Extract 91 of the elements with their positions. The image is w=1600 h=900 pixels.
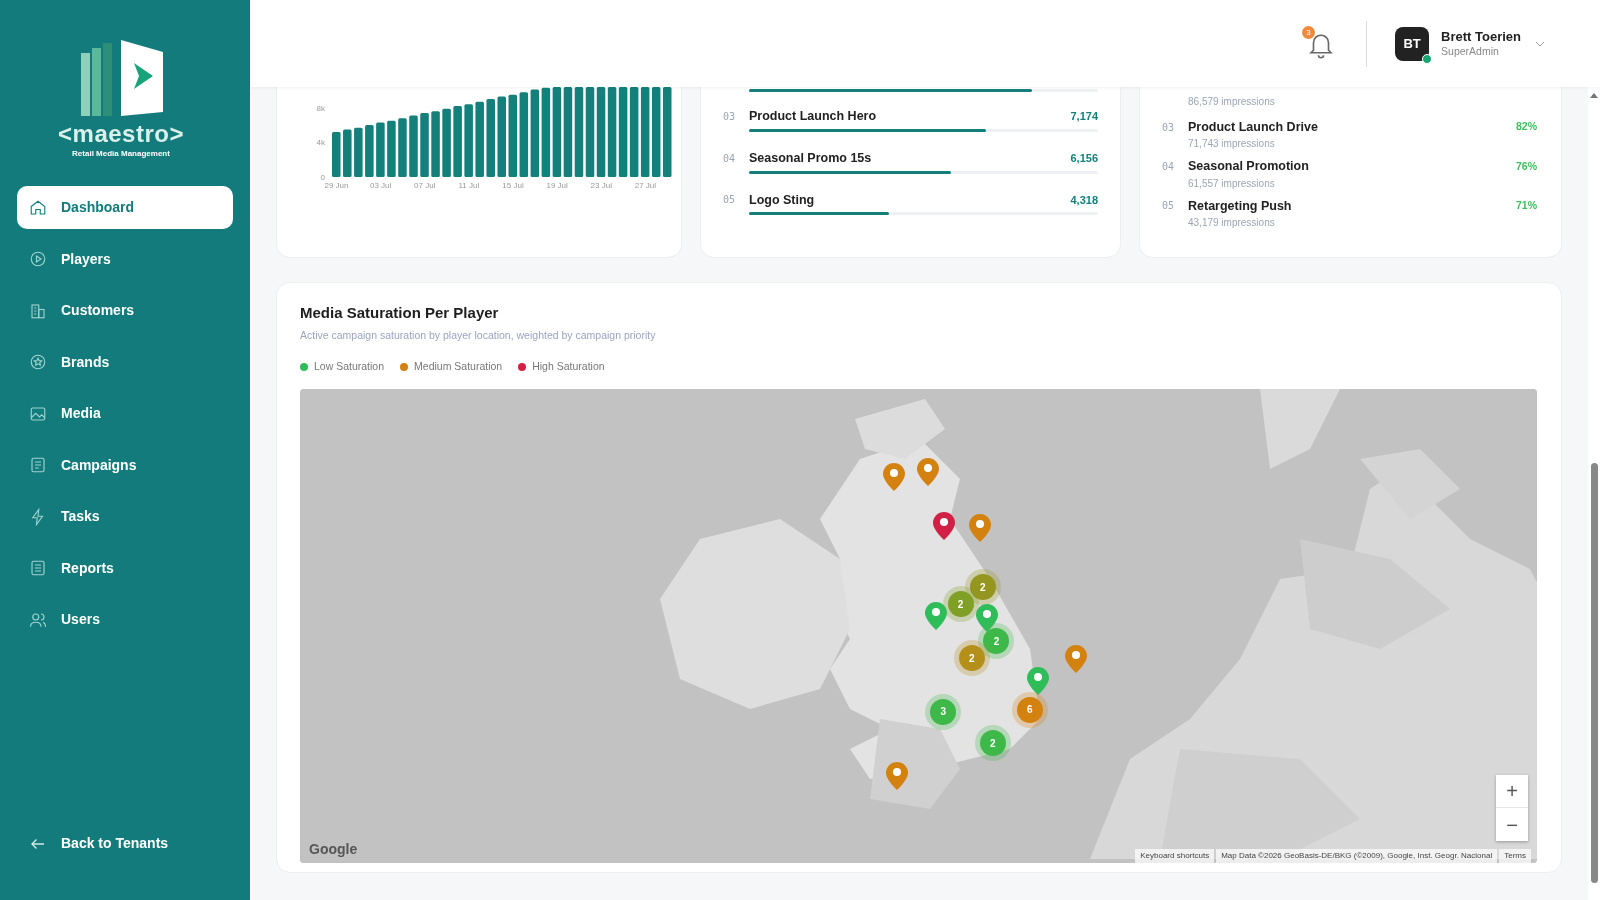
axis-label: 15 Jul: [502, 181, 524, 190]
bar: [354, 127, 363, 177]
sidebar-item[interactable]: Dashboard: [17, 186, 233, 229]
back-link[interactable]: Back to Tenants: [17, 822, 233, 865]
sidebar-item[interactable]: Customers: [17, 289, 233, 332]
axis-label: 4k: [316, 138, 325, 148]
sidebar-item[interactable]: Reports: [17, 546, 233, 590]
bar: [376, 122, 385, 177]
axis-label: 11 Jul: [458, 181, 480, 190]
zoom-in-button[interactable]: +: [1496, 775, 1528, 808]
bar: [442, 108, 451, 177]
rank-number: 05: [723, 193, 737, 208]
rank-number: 03: [723, 109, 737, 124]
impressions-count: 61,557 impressions: [1188, 176, 1276, 190]
map-pin-icon[interactable]: [916, 456, 941, 487]
map-pin-icon[interactable]: [881, 462, 906, 493]
impressions-count: 86,579 impressions: [1188, 95, 1276, 109]
user-avatar[interactable]: BT: [1395, 26, 1430, 61]
saturation-percent: 76%: [1516, 159, 1537, 174]
image-icon: [29, 404, 47, 423]
map-pin-icon[interactable]: [974, 602, 999, 633]
rank-number: 03: [1162, 120, 1176, 134]
bar: [431, 111, 440, 177]
legend-label: Low Saturation: [314, 359, 385, 375]
impressions-count: 43,179 impressions: [1188, 215, 1276, 229]
media-name: Product Launch Hero: [749, 108, 878, 125]
sidebar-item[interactable]: Media: [17, 392, 233, 435]
zoom-out-button[interactable]: −: [1496, 808, 1528, 841]
users-icon: [29, 610, 47, 629]
campaign-name: Product Launch Drive: [1188, 119, 1319, 136]
bar: [332, 132, 341, 177]
campaign-name: Seasonal Promotion: [1188, 158, 1310, 175]
impressions-count: 71,743 impressions: [1188, 137, 1276, 151]
axis-label: 07 Jul: [414, 181, 436, 190]
rank-number: 05: [1162, 199, 1176, 213]
campaign-name: Retargeting Push: [1188, 197, 1293, 214]
map-pin-icon[interactable]: [968, 512, 993, 543]
bar: [398, 118, 407, 177]
axis-label: 27 Jul: [634, 181, 657, 190]
map-link[interactable]: Keyboard shortcuts: [1135, 849, 1215, 863]
logo-wordmark: <maestro>: [58, 122, 184, 146]
sidebar-item[interactable]: Players: [17, 237, 233, 281]
play-count: 4,318: [1070, 192, 1098, 208]
map-link[interactable]: Terms: [1499, 849, 1531, 863]
card-title: Media Saturation Per Player: [300, 303, 500, 323]
legend-label: Medium Saturation: [414, 359, 503, 375]
sidebar-item[interactable]: Tasks: [17, 495, 233, 538]
card-subtitle: Active campaign saturation by player location, weighted by campaign priority: [300, 327, 657, 343]
rank-number: 04: [1162, 159, 1176, 173]
notification-badge: 3: [1302, 25, 1316, 39]
media-name: Seasonal Promo 15s: [749, 149, 873, 167]
user-name: Brett Toerien: [1441, 28, 1521, 46]
user-role: SuperAdmin: [1441, 45, 1500, 59]
play-icon: [29, 250, 47, 268]
axis-label: 8k: [316, 103, 325, 113]
logo-icon: [78, 38, 164, 118]
axis-label: 0: [320, 173, 325, 182]
saturation-percent: 82%: [1516, 120, 1537, 134]
map-pin-icon[interactable]: [885, 761, 910, 792]
saturation-percent: 71%: [1516, 198, 1537, 213]
map-attribution: Map Data ©2026 GeoBasis-DE/BKG (©2009), Google, Inst. Geogr. Nacional: [1216, 849, 1498, 863]
bar: [365, 125, 374, 177]
scrollbar[interactable]: [1588, 87, 1600, 900]
bar: [453, 106, 462, 177]
map-pin-icon[interactable]: [923, 601, 948, 632]
bar: [387, 120, 396, 177]
axis-label: 23 Jul: [590, 181, 612, 190]
map-pin-icon[interactable]: [932, 511, 957, 541]
sidebar-item[interactable]: Users: [17, 598, 233, 641]
map-pin-icon[interactable]: [1063, 644, 1088, 675]
play-count: 6,156: [1070, 150, 1098, 166]
media-name: Logo Sting: [749, 191, 816, 209]
logo-tagline: Retail Media Management: [72, 148, 170, 160]
list-icon: [29, 456, 47, 474]
building-icon: [29, 301, 47, 320]
sidebar-item[interactable]: Campaigns: [17, 443, 233, 487]
home-icon: [29, 198, 47, 217]
chevron-down-icon[interactable]: [1535, 40, 1545, 47]
legend-label: High Saturation: [532, 359, 605, 375]
bar: [409, 115, 418, 177]
axis-label: 19 Jul: [546, 181, 568, 190]
play-count: 7,174: [1070, 109, 1098, 125]
axis-label: 03 Jul: [369, 181, 392, 190]
bar: [343, 129, 352, 177]
document-icon: [29, 559, 47, 577]
sidebar-item[interactable]: Brands: [17, 340, 233, 384]
bar: [420, 112, 429, 177]
map-pin-icon[interactable]: [1026, 665, 1051, 696]
rank-number: 04: [723, 151, 737, 166]
axis-label: 29 Jun: [324, 181, 349, 190]
map-logo: Google: [309, 840, 358, 859]
